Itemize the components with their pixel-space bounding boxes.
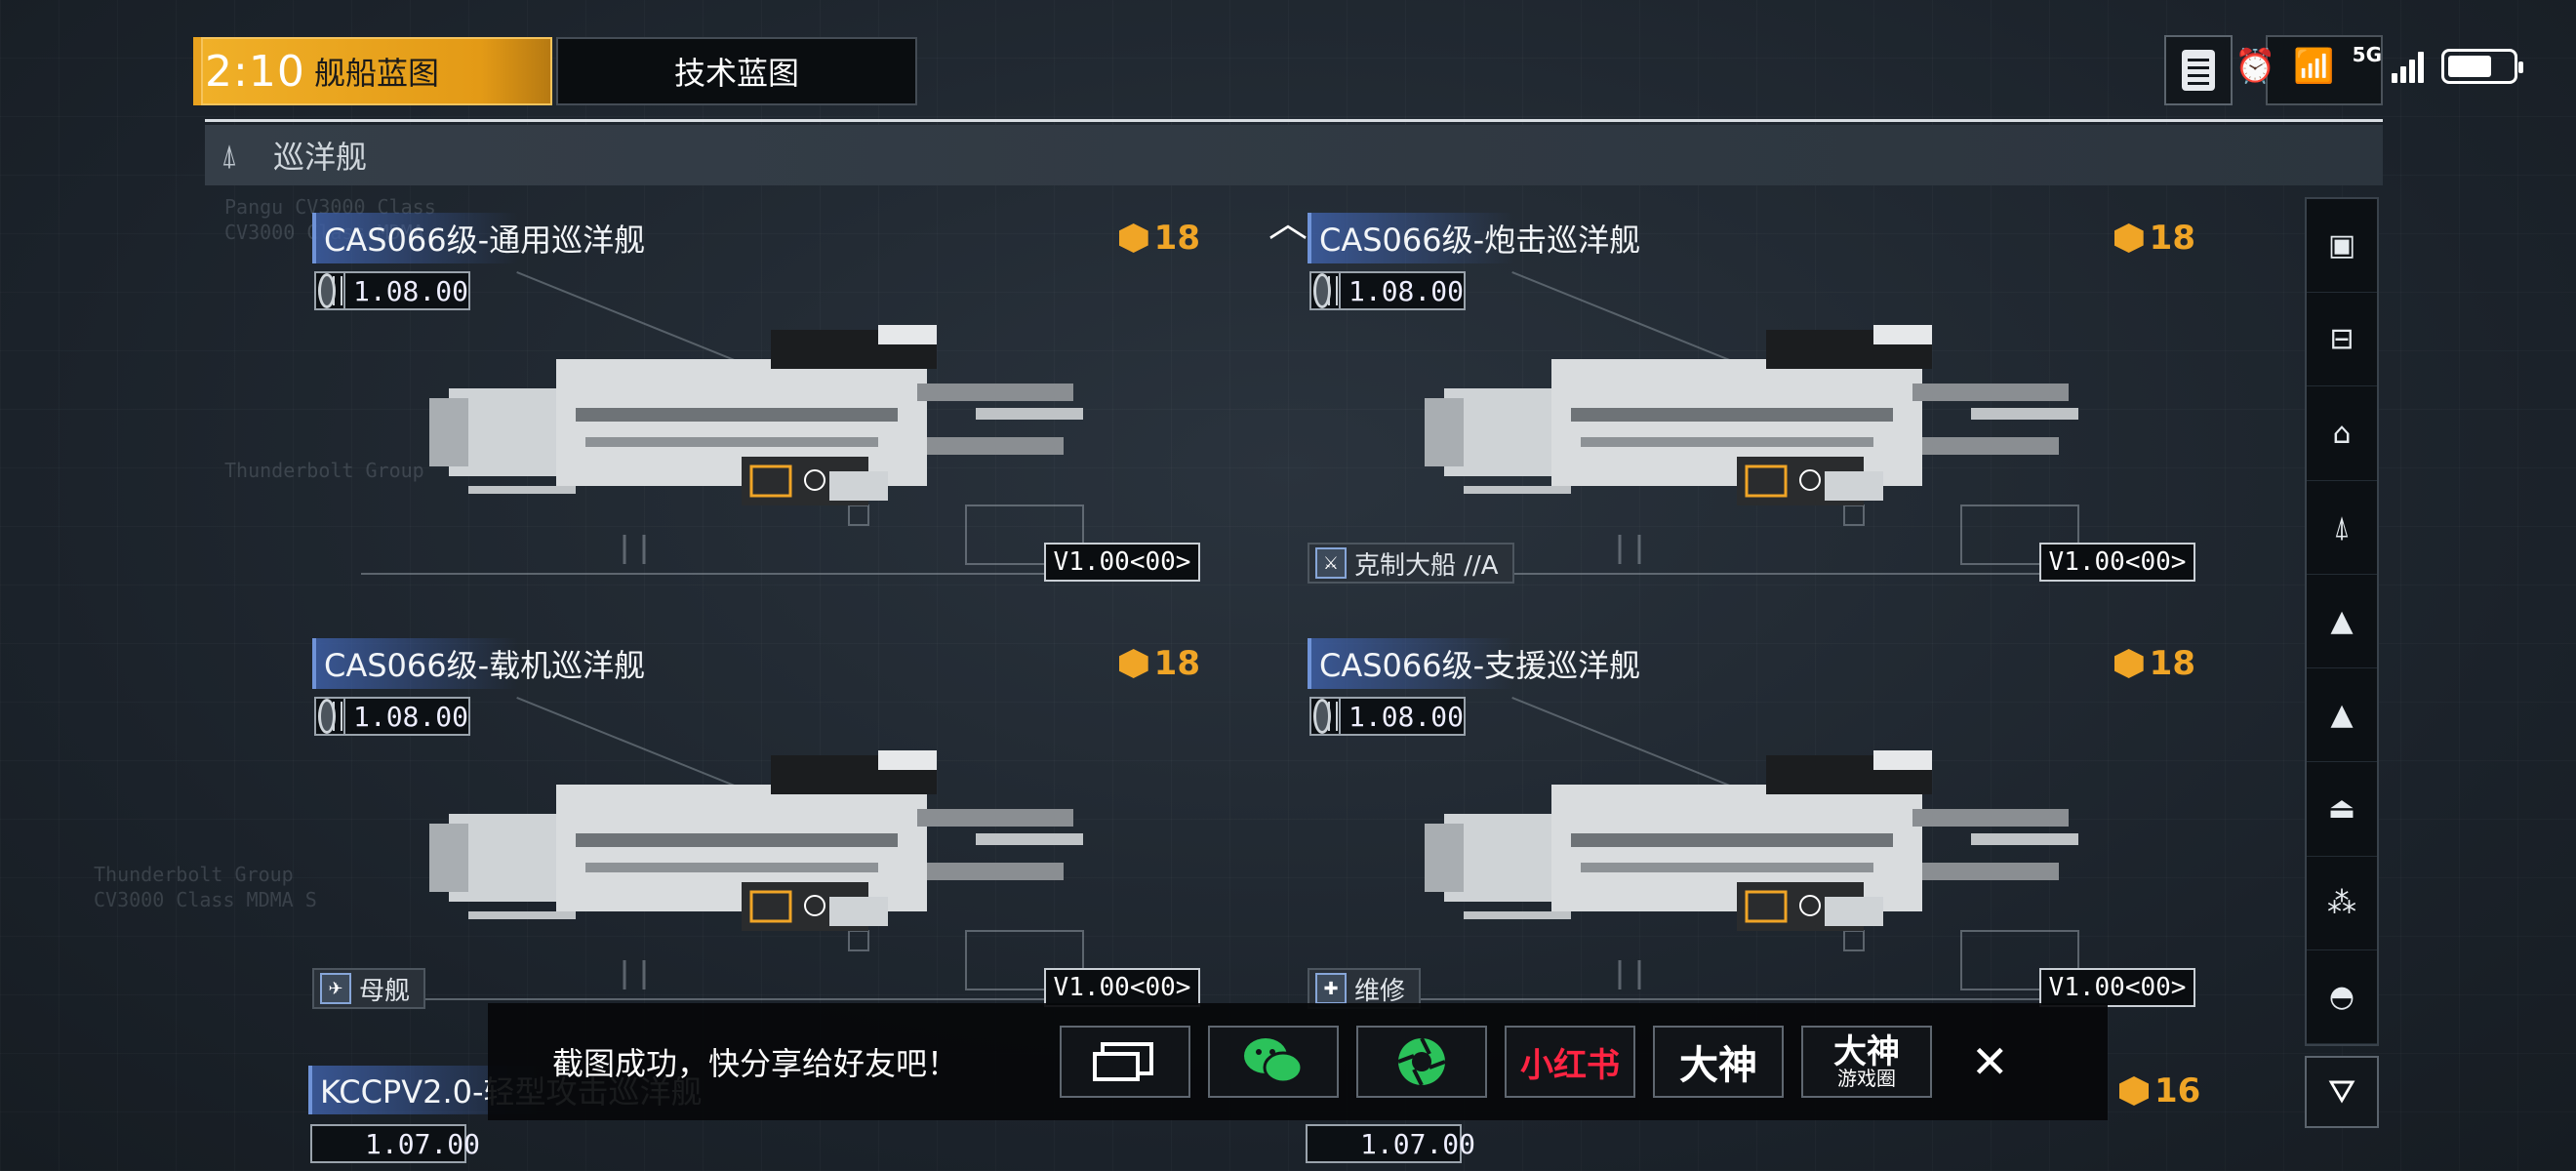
filter-icon: ⛛ (2327, 1072, 2356, 1111)
cost-value: 18 (1153, 644, 1200, 683)
globe-icon (1313, 273, 1338, 308)
xiaohongshu-share-button[interactable]: 小红书 (1505, 1026, 1635, 1098)
corvette-icon[interactable]: ▲ (2307, 668, 2377, 763)
role-icon: ✈ (320, 973, 351, 1004)
cost-badge: 18 (1118, 219, 1200, 258)
screenshot-icon (1093, 1042, 1153, 1081)
moments-share-button[interactable] (1356, 1026, 1487, 1098)
frigate-icon[interactable]: ▲ (2307, 575, 2377, 669)
ship-card[interactable]: CAS066级-炮击巡洋舰 18 1.08.00 V1.00<00> ⚔ 克制大… (1308, 213, 2195, 603)
button-label: 小红书 (1520, 1045, 1620, 1085)
version-badge: V1.00<00> (1044, 968, 1200, 1007)
role-label: 母舰 (359, 976, 411, 1006)
scroll-up-icon[interactable]: ︿ (1268, 191, 1308, 248)
cruiser-class-icon: ⍋ (221, 138, 238, 173)
ship-card[interactable]: CAS066级-支援巡洋舰 18 1.08.00 V1.00<00> ✚ 维修 (1308, 638, 2195, 1029)
ship-image (1425, 325, 2078, 505)
tab-accent (193, 37, 201, 105)
ship-image (1425, 750, 2078, 931)
card-name: CAS066级-炮击巡洋舰 (1308, 213, 1649, 263)
version-badge: V1.00<00> (2039, 968, 2195, 1007)
filter-button[interactable]: ⛛ (2305, 1056, 2379, 1128)
alarm-icon: ⏰ (2234, 47, 2276, 86)
cost-icon (1118, 649, 1148, 678)
cost-icon (1118, 223, 1148, 253)
category-label: 巡洋舰 (273, 139, 368, 176)
screenshot-edit-button[interactable] (1060, 1026, 1190, 1098)
destroyer-icon[interactable]: ⊟ (2307, 293, 2377, 387)
card-name: CAS066级-支援巡洋舰 (1308, 638, 1649, 689)
cost-icon (2113, 649, 2144, 678)
flagship-icon[interactable]: ▣ (2307, 199, 2377, 294)
cost-badge: 18 (2113, 219, 2195, 258)
ship-card[interactable]: CAS066级-载机巡洋舰 18 1.08.00 V1.00<00> ✈ 母舰 (312, 638, 1200, 1029)
cruiser-icon[interactable]: ⍋ (2307, 481, 2377, 575)
dashen-share-button[interactable]: 大神 (1653, 1026, 1784, 1098)
header-divider (205, 119, 2383, 122)
category-bar: ⍋ 巡洋舰 (205, 125, 2383, 185)
cost-icon (2119, 1076, 2149, 1106)
battery-icon (2441, 49, 2523, 84)
signal-icon (2392, 50, 2424, 83)
version-badge: V1.00<00> (2039, 543, 2195, 582)
moments-icon (1397, 1037, 1446, 1086)
blueprint-tabs: 舰船蓝图 技术蓝图 (193, 37, 954, 105)
role-tag: ✈ 母舰 (312, 968, 426, 1009)
cost-value: 18 (1153, 219, 1200, 258)
button-sublabel: 游戏圈 (1837, 1067, 1896, 1090)
document-icon (2182, 50, 2215, 91)
card-name: CAS066级-载机巡洋舰 (312, 638, 654, 689)
status-clock: 2:10 (205, 47, 305, 97)
cost-value: 16 (2154, 1071, 2201, 1110)
cost-icon (2113, 223, 2144, 253)
document-button[interactable] (2164, 35, 2233, 105)
role-icon: ✚ (1315, 973, 1347, 1004)
version-badge: V1.00<00> (1044, 543, 1200, 582)
globe-icon (318, 273, 342, 308)
ship-card[interactable]: CAS066级-通用巡洋舰 18 1.08.00 V1.00<00> (312, 213, 1200, 603)
share-toast: 截图成功，快分享给好友吧！ 小红书 大神 大神 游戏圈 ✕ (488, 1003, 2108, 1120)
ship-image (429, 325, 1083, 505)
ship-class-rail: ▣ ⊟ ⌂ ⍋ ▲ ▲ ⏏ ⁂ ◓ (2305, 197, 2379, 1046)
cost-value: 18 (2149, 219, 2195, 258)
card-name: CAS066级-通用巡洋舰 (312, 213, 654, 263)
role-icon: ⚔ (1315, 547, 1347, 579)
share-message: 截图成功，快分享给好友吧！ (552, 1045, 959, 1082)
status-icons: ⏰ 📶 5G (2234, 43, 2523, 86)
version-box: 1.07.00 (310, 1124, 480, 1163)
version-box: 1.07.00 (1306, 1124, 1475, 1163)
cost-badge: 18 (1118, 644, 1200, 683)
cost-badge: 18 (2113, 644, 2195, 683)
battlecruiser-icon[interactable]: ⌂ (2307, 386, 2377, 481)
cost-value: 18 (2149, 644, 2195, 683)
button-label: 大神 (1833, 1032, 1900, 1071)
wechat-share-button[interactable] (1208, 1026, 1339, 1098)
globe-icon (1313, 699, 1338, 734)
fighter-icon[interactable]: ⁂ (2307, 857, 2377, 950)
role-label: 维修 (1354, 976, 1406, 1006)
network-type: 5G (2352, 43, 2382, 66)
tab-tech-blueprint[interactable]: 技术蓝图 (556, 37, 917, 105)
button-label: 大神 (1679, 1043, 1757, 1088)
cost-badge: 16 (2119, 1071, 2200, 1110)
globe-icon (318, 699, 342, 734)
role-label: 克制大船 //A (1354, 550, 1499, 581)
role-tag: ⚔ 克制大船 //A (1308, 543, 1514, 584)
station-icon[interactable]: ◓ (2307, 950, 2377, 1044)
close-icon[interactable]: ✕ (1971, 1035, 2009, 1088)
ship-image (429, 750, 1083, 931)
wifi-off-icon: 📶 (2293, 47, 2335, 86)
dashen-gamecircle-share-button[interactable]: 大神 游戏圈 (1801, 1026, 1932, 1098)
wechat-icon (1244, 1038, 1304, 1084)
carrier-icon[interactable]: ⏏ (2307, 762, 2377, 857)
